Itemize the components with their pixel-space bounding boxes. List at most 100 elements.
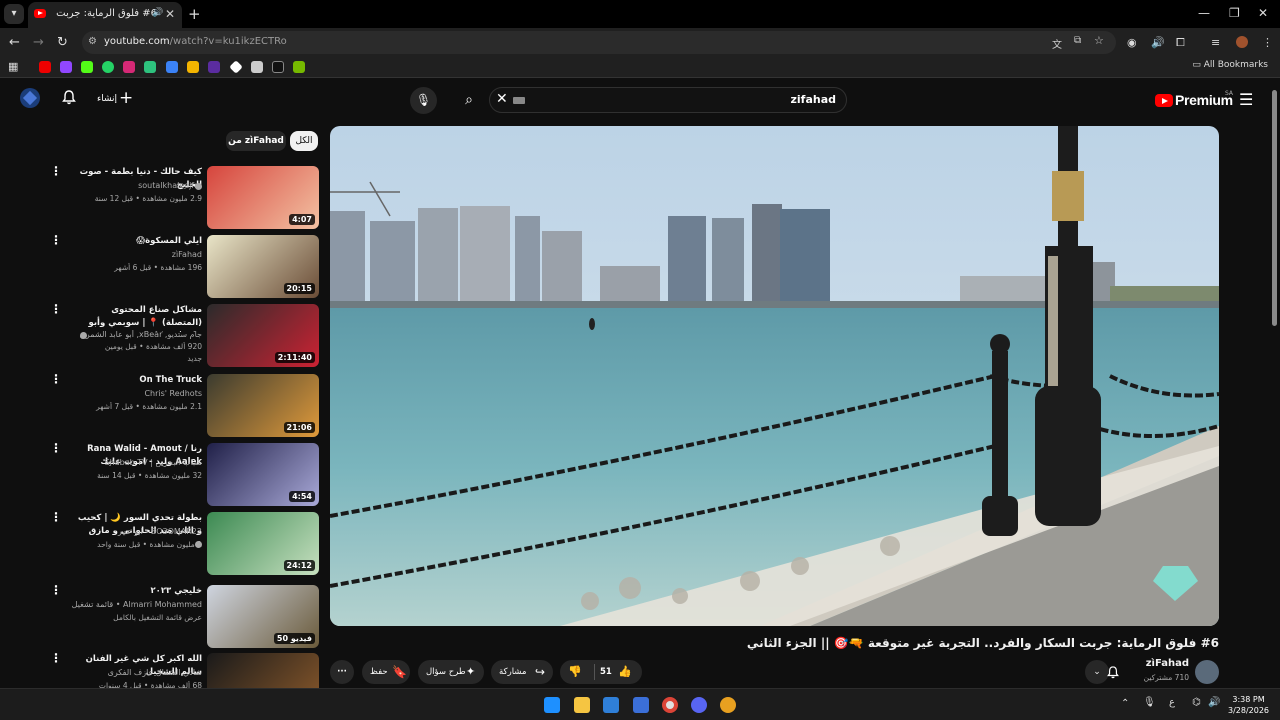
- store-icon[interactable]: [633, 697, 649, 713]
- guide-menu-icon[interactable]: ☰: [1239, 90, 1253, 109]
- discord-icon[interactable]: [691, 697, 707, 713]
- volume-icon[interactable]: 🔊: [1208, 697, 1220, 708]
- more-options-icon[interactable]: ⋮: [50, 165, 62, 177]
- forward-icon[interactable]: →: [33, 35, 44, 50]
- related-video-item[interactable]: ⋮ كيف حالك - دنيا بطمة - صوت الخليج sout…: [50, 165, 320, 230]
- cast-icon[interactable]: ⧉: [1074, 35, 1081, 46]
- more-options-icon[interactable]: ⋮: [50, 373, 62, 385]
- bookmark-nvidia-icon[interactable]: [293, 61, 305, 73]
- video-duration: 4:07: [289, 214, 315, 225]
- reading-list-icon[interactable]: ≡: [1211, 36, 1220, 49]
- extensions-icon[interactable]: ⧠: [1176, 36, 1185, 50]
- media-icon[interactable]: 🔊: [1151, 36, 1165, 49]
- bookmark-diamond-icon[interactable]: [229, 60, 243, 74]
- profile-avatar[interactable]: [1236, 36, 1248, 48]
- bookmark-w-icon[interactable]: [272, 61, 284, 73]
- bookmark-kick-icon[interactable]: [81, 61, 93, 73]
- search-icon[interactable]: ⌕: [451, 87, 487, 113]
- account-avatar[interactable]: [20, 88, 40, 108]
- language-indicator[interactable]: ع: [1169, 697, 1175, 708]
- share-button[interactable]: مشاركة ↪: [491, 660, 553, 684]
- bookmark-c-icon[interactable]: [208, 61, 220, 73]
- related-video-item[interactable]: ⋮ خليجي ٢٠٢٣ Almarri Mohammed • قائمة تش…: [50, 584, 320, 649]
- ask-button[interactable]: طرح سؤال ✦: [418, 660, 484, 684]
- window-close-icon[interactable]: ✕: [1258, 6, 1268, 20]
- keyboard-icon[interactable]: [513, 97, 525, 104]
- related-video-item[interactable]: ⋮ بطولة تحدي السور 🌙 | كحيب و اللي ضد ال…: [50, 511, 320, 576]
- restore-icon[interactable]: ❐: [1229, 6, 1240, 20]
- dislike-icon[interactable]: 👎: [568, 660, 582, 684]
- video-frame-image: [330, 126, 1219, 626]
- translate-icon[interactable]: 文: [1052, 36, 1062, 51]
- voice-search-mic-icon[interactable]: 🎙: [410, 87, 437, 114]
- subscribe-bell-icon[interactable]: [1107, 660, 1121, 684]
- related-video-thumbnail[interactable]: 21:06: [207, 374, 319, 437]
- related-video-thumbnail[interactable]: 20:15: [207, 235, 319, 298]
- bookmark-youtube-icon[interactable]: [39, 61, 51, 73]
- chrome-taskbar-icon[interactable]: [662, 697, 678, 713]
- more-options-icon[interactable]: ⋮: [50, 442, 62, 454]
- bookmark-green-icon[interactable]: [144, 61, 156, 73]
- browser-tab-active[interactable]: #6 فلوق الرماية: جربت السكار 🔊 ✕: [28, 2, 182, 28]
- extension-avatar-icon[interactable]: ◉: [1127, 36, 1137, 49]
- video-player[interactable]: [330, 126, 1219, 626]
- minimize-icon[interactable]: —: [1198, 6, 1210, 20]
- more-options-icon[interactable]: ⋮: [50, 511, 62, 523]
- all-bookmarks-link[interactable]: ▭ All Bookmarks: [1192, 60, 1268, 70]
- like-icon[interactable]: 👍: [618, 660, 632, 684]
- bookmark-robot-icon[interactable]: [251, 61, 263, 73]
- related-video-thumbnail[interactable]: 50 فيديو: [207, 585, 319, 648]
- related-video-item[interactable]: ⋮ مشاكل صناع المحتوى (المتصلة) 📍 | سوبمي…: [50, 303, 320, 368]
- related-video-item[interactable]: ⋮ رنا / Rana Walid - Amout Aalek وليد - …: [50, 442, 320, 507]
- more-options-icon[interactable]: ⋮: [50, 584, 62, 596]
- channel-avatar[interactable]: [1195, 660, 1219, 684]
- bookmark-whatsapp-icon[interactable]: [102, 61, 114, 73]
- page-scrollbar[interactable]: [1272, 90, 1277, 326]
- more-options-icon[interactable]: ⋮: [50, 652, 62, 664]
- notifications-bell-icon[interactable]: [62, 90, 76, 105]
- new-badge: جديد: [187, 354, 202, 363]
- chrome-menu-icon[interactable]: ⋮: [1262, 36, 1273, 49]
- bookmark-instagram-icon[interactable]: [123, 61, 135, 73]
- tab-close-icon[interactable]: ✕: [165, 7, 175, 21]
- related-video-thumbnail[interactable]: 2:11:40: [207, 304, 319, 367]
- bookmark-star-icon[interactable]: ☆: [1094, 34, 1104, 47]
- windows-start-icon[interactable]: [544, 697, 560, 713]
- channel-name[interactable]: zìFahad: [1129, 658, 1189, 669]
- bookmark-twitch-icon[interactable]: [60, 61, 72, 73]
- related-video-item[interactable]: ⋮ On The Truck Chris' Redhots 2.1 مليون …: [50, 373, 320, 438]
- file-explorer-icon[interactable]: [574, 697, 590, 713]
- tab-search-button[interactable]: ▾: [4, 4, 24, 24]
- reload-icon[interactable]: ↻: [57, 35, 68, 50]
- video-duration: 2:11:40: [274, 352, 315, 363]
- related-video-thumbnail[interactable]: 24:12: [207, 512, 319, 575]
- bookmark-feather-icon[interactable]: [166, 61, 178, 73]
- more-options-icon[interactable]: ⋮: [50, 234, 62, 246]
- site-info-icon[interactable]: ⚙: [88, 36, 97, 47]
- like-divider: [594, 664, 595, 680]
- tray-chevron-icon[interactable]: ⌃: [1121, 698, 1129, 709]
- new-tab-button[interactable]: +: [188, 5, 201, 23]
- outlook-icon[interactable]: [603, 697, 619, 713]
- chip-all[interactable]: الكل: [290, 131, 318, 151]
- related-video-thumbnail[interactable]: 4:54: [207, 443, 319, 506]
- search-input[interactable]: ✕ zifahad: [489, 87, 847, 113]
- tray-mic-icon[interactable]: 🎙: [1143, 697, 1156, 708]
- app-icon[interactable]: [720, 697, 736, 713]
- related-video-title: خليجي ٢٠٢٣: [150, 586, 202, 596]
- more-options-icon[interactable]: ⋮: [50, 303, 62, 315]
- network-icon[interactable]: ⌬: [1192, 697, 1201, 708]
- bookmark-drive-icon[interactable]: [187, 61, 199, 73]
- save-button[interactable]: حفظ 🔖: [362, 660, 410, 684]
- apps-grid-icon[interactable]: ▦: [8, 60, 18, 73]
- more-actions-icon[interactable]: ···: [330, 660, 354, 684]
- related-video-item[interactable]: ⋮ ايلي المسكوة😱 zìFahad 196 مشاهدة • قبل…: [50, 234, 320, 299]
- related-video-thumbnail[interactable]: 4:07: [207, 166, 319, 229]
- clear-search-icon[interactable]: ✕: [496, 91, 508, 107]
- chip-from-channel[interactable]: من zìFahad: [226, 131, 286, 151]
- notification-dropdown-button[interactable]: ⌄: [1085, 660, 1109, 684]
- video-title: #6 فلوق الرماية: جربت السكار والفرد.. ال…: [746, 636, 1219, 650]
- address-bar[interactable]: ⚙ youtube.com/watch?v=ku1ikzECTRo 文 ⧉ ☆: [82, 31, 1116, 54]
- system-clock[interactable]: 3:38 PM 3/28/2026: [1228, 694, 1269, 716]
- back-icon[interactable]: ←: [9, 35, 20, 50]
